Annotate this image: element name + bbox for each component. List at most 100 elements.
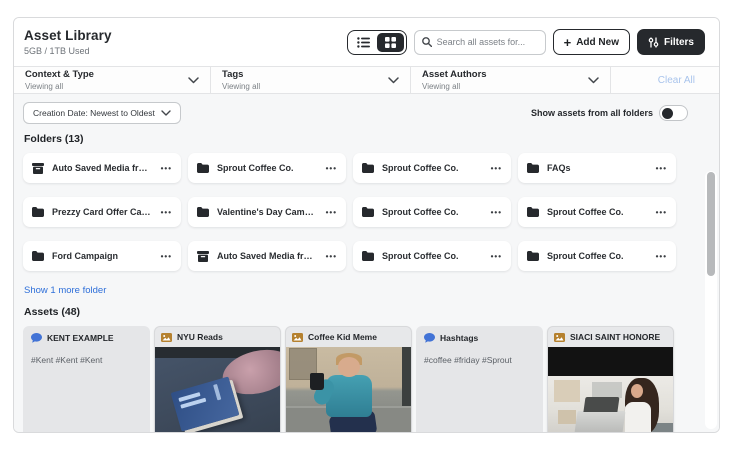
filter-context-type[interactable]: Context & Type Viewing all (14, 67, 211, 93)
show-more-folders-link[interactable]: Show 1 more folder (24, 285, 106, 296)
folder-name: Auto Saved Media from Co... (217, 251, 318, 261)
folder-menu-button[interactable]: ••• (326, 208, 337, 217)
folder-card[interactable]: Auto Saved Media from Co... ••• (188, 241, 346, 271)
folders-grid: Auto Saved Media from Co... ••• Sprout C… (23, 153, 710, 271)
chat-bubble-icon (424, 333, 435, 343)
sliders-icon (648, 37, 659, 48)
filter-label: Context & Type (25, 69, 94, 80)
show-all-folders-toggle[interactable] (659, 105, 688, 121)
folder-icon (527, 251, 539, 261)
archive-folder-icon (197, 251, 209, 262)
folder-menu-button[interactable]: ••• (656, 252, 667, 261)
folder-card[interactable]: Sprout Coffee Co. ••• (518, 241, 676, 271)
folder-name: Ford Campaign (52, 251, 153, 261)
grid-view-button[interactable] (377, 33, 404, 52)
folder-card[interactable]: Prezzy Card Offer Campaign ••• (23, 197, 181, 227)
header-title-block: Asset Library 5GB / 1TB Used (24, 28, 112, 56)
list-view-icon (357, 37, 370, 48)
filter-value: Viewing all (422, 82, 487, 91)
asset-card-image[interactable]: Coffee Kid Meme (285, 326, 412, 433)
folder-name: Sprout Coffee Co. (382, 163, 483, 173)
chevron-down-icon (388, 77, 399, 84)
page-title: Asset Library (24, 28, 112, 43)
folder-card[interactable]: FAQs ••• (518, 153, 676, 183)
folder-icon (362, 163, 374, 173)
asset-card-header: Coffee Kid Meme (286, 327, 411, 347)
image-icon (554, 333, 565, 342)
folders-heading: Folders (13) (24, 133, 710, 145)
asset-card-text[interactable]: Hashtags #coffee #friday #Sprout (416, 326, 543, 433)
folder-card[interactable]: Valentine's Day Campaign (... ••• (188, 197, 346, 227)
asset-library-panel: Asset Library 5GB / 1TB Used (13, 17, 720, 433)
folder-menu-button[interactable]: ••• (491, 252, 502, 261)
filter-asset-authors-text: Asset Authors Viewing all (422, 69, 487, 91)
folder-menu-button[interactable]: ••• (491, 208, 502, 217)
folder-icon (362, 251, 374, 261)
asset-card-text[interactable]: KENT EXAMPLE #Kent #Kent #Kent (23, 326, 150, 433)
add-new-button[interactable]: + Add New (553, 29, 630, 55)
asset-card-header: Hashtags (424, 333, 535, 343)
folder-menu-button[interactable]: ••• (656, 208, 667, 217)
folder-icon (362, 207, 374, 217)
folder-name: Valentine's Day Campaign (... (217, 207, 318, 217)
clear-all-button[interactable]: Clear All (611, 67, 719, 93)
show-all-folders-label: Show assets from all folders (531, 108, 653, 118)
filters-button[interactable]: Filters (637, 29, 705, 55)
folder-card[interactable]: Sprout Coffee Co. ••• (353, 241, 511, 271)
filter-tags[interactable]: Tags Viewing all (211, 67, 411, 93)
asset-card-image[interactable]: SIACI SAINT HONORE (547, 326, 674, 433)
search-box (414, 30, 546, 55)
header-actions: + Add New Filters (347, 29, 705, 55)
folder-card[interactable]: Auto Saved Media from Co... ••• (23, 153, 181, 183)
scrollbar-track[interactable] (705, 171, 717, 429)
asset-card-header: SIACI SAINT HONORE (548, 327, 673, 347)
filter-tags-text: Tags Viewing all (222, 69, 260, 91)
filter-asset-authors[interactable]: Asset Authors Viewing all (411, 67, 611, 93)
asset-title: KENT EXAMPLE (47, 333, 114, 343)
folder-icon (197, 163, 209, 173)
folder-menu-button[interactable]: ••• (161, 164, 172, 173)
folder-menu-button[interactable]: ••• (491, 164, 502, 173)
search-icon (422, 37, 432, 47)
folder-menu-button[interactable]: ••• (656, 164, 667, 173)
sort-dropdown[interactable]: Creation Date: Newest to Oldest (23, 102, 181, 124)
asset-card-image[interactable]: NYU Reads (154, 326, 281, 433)
folder-menu-button[interactable]: ••• (161, 208, 172, 217)
folder-menu-button[interactable]: ••• (326, 252, 337, 261)
folder-card[interactable]: Sprout Coffee Co. ••• (518, 197, 676, 227)
folder-name: Auto Saved Media from Co... (52, 163, 153, 173)
grid-view-icon (385, 37, 396, 48)
filter-value: Viewing all (25, 82, 94, 91)
chevron-down-icon (188, 77, 199, 84)
folder-card[interactable]: Sprout Coffee Co. ••• (188, 153, 346, 183)
asset-body-text: #coffee #friday #Sprout (424, 355, 535, 365)
folder-icon (527, 207, 539, 217)
folder-icon (197, 207, 209, 217)
image-icon (292, 333, 303, 342)
filters-label: Filters (664, 37, 694, 48)
folder-card[interactable]: Ford Campaign ••• (23, 241, 181, 271)
chat-bubble-icon (31, 333, 42, 343)
asset-title: Hashtags (440, 333, 478, 343)
add-new-label: Add New (576, 37, 619, 48)
folder-name: Sprout Coffee Co. (217, 163, 318, 173)
list-view-button[interactable] (350, 33, 377, 52)
asset-thumbnail (155, 347, 280, 433)
view-toggle (347, 30, 407, 55)
scrollbar-thumb[interactable] (707, 172, 715, 276)
folder-icon (32, 207, 44, 217)
folder-menu-button[interactable]: ••• (161, 252, 172, 261)
header: Asset Library 5GB / 1TB Used (14, 18, 719, 66)
folder-icon (527, 163, 539, 173)
storage-used-label: 5GB / 1TB Used (24, 46, 112, 56)
filter-context-type-text: Context & Type Viewing all (25, 69, 94, 91)
sort-label: Creation Date: Newest to Oldest (33, 108, 155, 118)
folder-menu-button[interactable]: ••• (326, 164, 337, 173)
folder-card[interactable]: Sprout Coffee Co. ••• (353, 153, 511, 183)
filter-bar: Context & Type Viewing all Tags Viewing … (14, 66, 719, 94)
search-input[interactable] (437, 37, 538, 47)
folder-card[interactable]: Sprout Coffee Co. ••• (353, 197, 511, 227)
asset-thumbnail (286, 347, 411, 433)
asset-thumbnail (548, 347, 673, 433)
toggle-knob (662, 108, 673, 119)
